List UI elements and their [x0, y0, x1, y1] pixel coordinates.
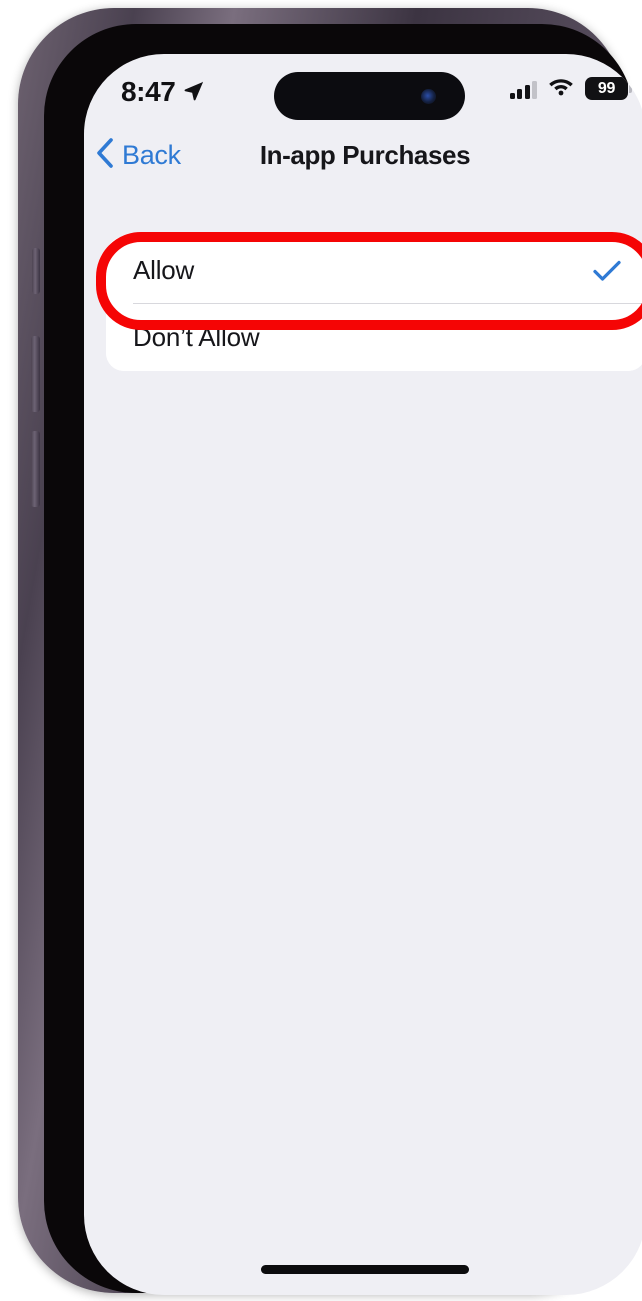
option-row-dont-allow[interactable]: Don’t Allow: [106, 304, 642, 371]
phone-frame: 8:47 99 Back In-app Purchases Allow Don’…: [18, 8, 642, 1295]
silent-switch-button[interactable]: [32, 248, 40, 294]
battery-level-text: 99: [597, 79, 616, 97]
page-title: In-app Purchases: [259, 140, 471, 170]
location-arrow-icon: [182, 79, 205, 107]
phone-screen: 8:47 99 Back In-app Purchases Allow Don’…: [84, 54, 642, 1295]
option-label: Allow: [133, 255, 195, 285]
navigation-bar: Back In-app Purchases: [84, 138, 642, 184]
battery-icon: 99: [585, 77, 632, 100]
options-list: Allow Don’t Allow: [106, 237, 642, 371]
cellular-signal-icon: [509, 79, 537, 99]
option-row-allow[interactable]: Allow: [106, 237, 642, 304]
volume-down-button[interactable]: [31, 431, 40, 507]
dynamic-island[interactable]: [274, 72, 465, 120]
status-bar-icons: 99: [509, 76, 632, 101]
status-bar-time: 8:47: [121, 76, 176, 107]
status-bar: 8:47 99: [84, 54, 642, 122]
option-label: Don’t Allow: [133, 322, 260, 352]
home-indicator[interactable]: [261, 1265, 469, 1274]
wifi-icon: [548, 76, 574, 101]
volume-up-button[interactable]: [31, 336, 40, 412]
front-camera-icon: [421, 89, 436, 104]
checkmark-icon: [592, 259, 622, 283]
battery-tip: [629, 85, 632, 93]
phone-bezel: 8:47 99 Back In-app Purchases Allow Don’…: [44, 24, 642, 1295]
